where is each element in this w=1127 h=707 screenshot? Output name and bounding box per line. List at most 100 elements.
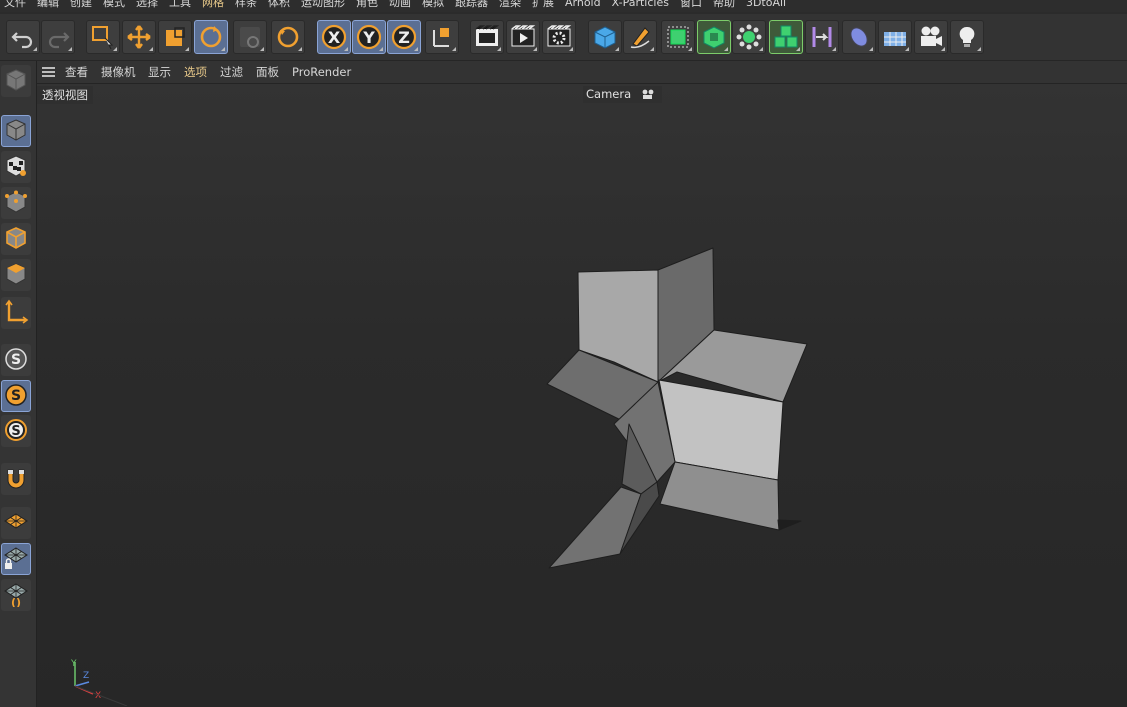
- svg-text:X: X: [328, 28, 341, 47]
- edges-mode-icon: [3, 225, 29, 254]
- snap-enable-icon: S: [3, 382, 29, 411]
- workplane-button[interactable]: [1, 507, 31, 539]
- live-selection-button[interactable]: [86, 20, 120, 54]
- render-picture-viewer-button[interactable]: [506, 20, 540, 54]
- snap-enable-button[interactable]: S: [1, 380, 31, 412]
- hamburger-icon[interactable]: [42, 67, 55, 77]
- model-face: [548, 486, 642, 569]
- viewport-menu-item[interactable]: 选项: [184, 64, 207, 80]
- menu-item[interactable]: 文件: [0, 0, 33, 11]
- magnet-icon: [3, 465, 29, 494]
- redo-button[interactable]: [41, 20, 75, 54]
- 3d-model[interactable]: [37, 84, 1127, 707]
- viewport-menu-item[interactable]: 面板: [256, 64, 279, 80]
- snap-icon: S: [3, 346, 29, 375]
- render-view-button[interactable]: [470, 20, 504, 54]
- render-settings-button[interactable]: [542, 20, 576, 54]
- menu-item[interactable]: 样条: [231, 0, 264, 11]
- axis-z-label: Z: [83, 671, 89, 681]
- svg-text:Z: Z: [398, 28, 410, 47]
- menu-item[interactable]: Arnold: [561, 0, 608, 11]
- menu-item[interactable]: 网格: [198, 0, 231, 11]
- menu-item[interactable]: 工具: [165, 0, 198, 11]
- extrude-button[interactable]: [697, 20, 731, 54]
- menu-item[interactable]: 创建: [66, 0, 99, 11]
- cloner-button[interactable]: [732, 20, 766, 54]
- workplane-settings-button[interactable]: (): [1, 579, 31, 611]
- mograph-cubes-button[interactable]: [769, 20, 803, 54]
- pen-button[interactable]: [623, 20, 657, 54]
- viewport-menu-item[interactable]: ProRender: [292, 64, 351, 80]
- menu-item[interactable]: 运动图形: [297, 0, 352, 11]
- svg-text:S: S: [11, 424, 20, 439]
- main-toolbar: X Y Z: [0, 14, 1127, 61]
- model-mode-icon: [3, 117, 29, 146]
- scale-button[interactable]: [158, 20, 192, 54]
- menu-bar: 文件 编辑 创建 模式 选择 工具 网格 样条 体积 运动图形 角色 动画 模拟 跟踪器 渲染 扩展 Arnol…: [0, 0, 1127, 12]
- menu-item[interactable]: X-Particles: [608, 0, 676, 11]
- floor-button[interactable]: [878, 20, 912, 54]
- menu-item[interactable]: 渲染: [495, 0, 528, 11]
- polygons-mode-button[interactable]: [1, 259, 31, 291]
- axis-y-label: Y: [70, 659, 77, 669]
- viewport-menu-item[interactable]: 过滤: [220, 64, 243, 80]
- svg-text:S: S: [11, 388, 21, 404]
- rotate-button[interactable]: [194, 20, 228, 54]
- texture-mode-icon: [3, 153, 29, 182]
- menu-item[interactable]: 扩展: [528, 0, 561, 11]
- menu-item[interactable]: 模式: [99, 0, 132, 11]
- polygons-mode-icon: [3, 261, 29, 290]
- make-editable-icon: [3, 67, 29, 96]
- magnet-button[interactable]: [1, 463, 31, 495]
- viewport-menu-item[interactable]: 显示: [148, 64, 171, 80]
- light-button[interactable]: [950, 20, 984, 54]
- menu-item[interactable]: 编辑: [33, 0, 66, 11]
- z-axis-button[interactable]: Z: [387, 20, 421, 54]
- field-button[interactable]: [842, 20, 876, 54]
- bend-deformer-button[interactable]: [805, 20, 839, 54]
- x-axis-button[interactable]: X: [317, 20, 351, 54]
- menu-item[interactable]: 窗口: [676, 0, 709, 11]
- points-mode-icon: [3, 189, 29, 218]
- viewport-menu-item[interactable]: 查看: [65, 64, 88, 80]
- snap-settings-button[interactable]: S: [1, 415, 31, 447]
- points-mode-button[interactable]: [1, 187, 31, 219]
- cube-button[interactable]: [588, 20, 622, 54]
- move-button[interactable]: [122, 20, 156, 54]
- undo-button[interactable]: [6, 20, 40, 54]
- camera-button[interactable]: [914, 20, 948, 54]
- texture-mode-button[interactable]: [1, 151, 31, 183]
- menu-item[interactable]: 体积: [264, 0, 297, 11]
- locked-workplane-icon: [3, 545, 29, 574]
- menu-item[interactable]: 3DtoAll: [742, 0, 793, 11]
- menu-item[interactable]: 动画: [385, 0, 418, 11]
- viewport-menu: 查看 摄像机 显示 选项 过滤 面板 ProRender: [37, 61, 1127, 84]
- perspective-viewport[interactable]: 透视视图 Camera Y Z X: [37, 84, 1127, 707]
- snap-button[interactable]: S: [1, 344, 31, 376]
- menu-item[interactable]: 模拟: [418, 0, 451, 11]
- recent-tools-button[interactable]: [233, 20, 267, 54]
- make-editable-button[interactable]: [1, 65, 31, 97]
- edges-mode-button[interactable]: [1, 223, 31, 255]
- model-face: [777, 519, 802, 531]
- menu-items: 文件 编辑 创建 模式 选择 工具 网格 样条 体积 运动图形 角色 动画 模拟 跟踪器 渲染 扩展 Arnol…: [0, 0, 793, 11]
- viewport-menu-item[interactable]: 摄像机: [101, 64, 136, 80]
- model-mode-button[interactable]: [1, 115, 31, 147]
- axis-mode-button[interactable]: [1, 297, 31, 329]
- locked-workplane-button[interactable]: [1, 543, 31, 575]
- y-axis-button[interactable]: Y: [352, 20, 386, 54]
- svg-text:(): (): [11, 596, 21, 607]
- snap-settings-icon: S: [3, 417, 29, 446]
- workplane-icon: [3, 509, 29, 538]
- svg-text:S: S: [11, 352, 21, 368]
- rotate-orange-button[interactable]: [271, 20, 305, 54]
- menu-item[interactable]: 角色: [352, 0, 385, 11]
- coordinate-system-button[interactable]: [425, 20, 459, 54]
- menu-item[interactable]: 跟踪器: [451, 0, 495, 11]
- menu-item[interactable]: 帮助: [709, 0, 742, 11]
- workplane-settings-icon: (): [3, 581, 29, 610]
- axis-mode-icon: [3, 299, 29, 328]
- svg-text:Y: Y: [362, 28, 375, 47]
- subdivision-button[interactable]: [661, 20, 695, 54]
- menu-item[interactable]: 选择: [132, 0, 165, 11]
